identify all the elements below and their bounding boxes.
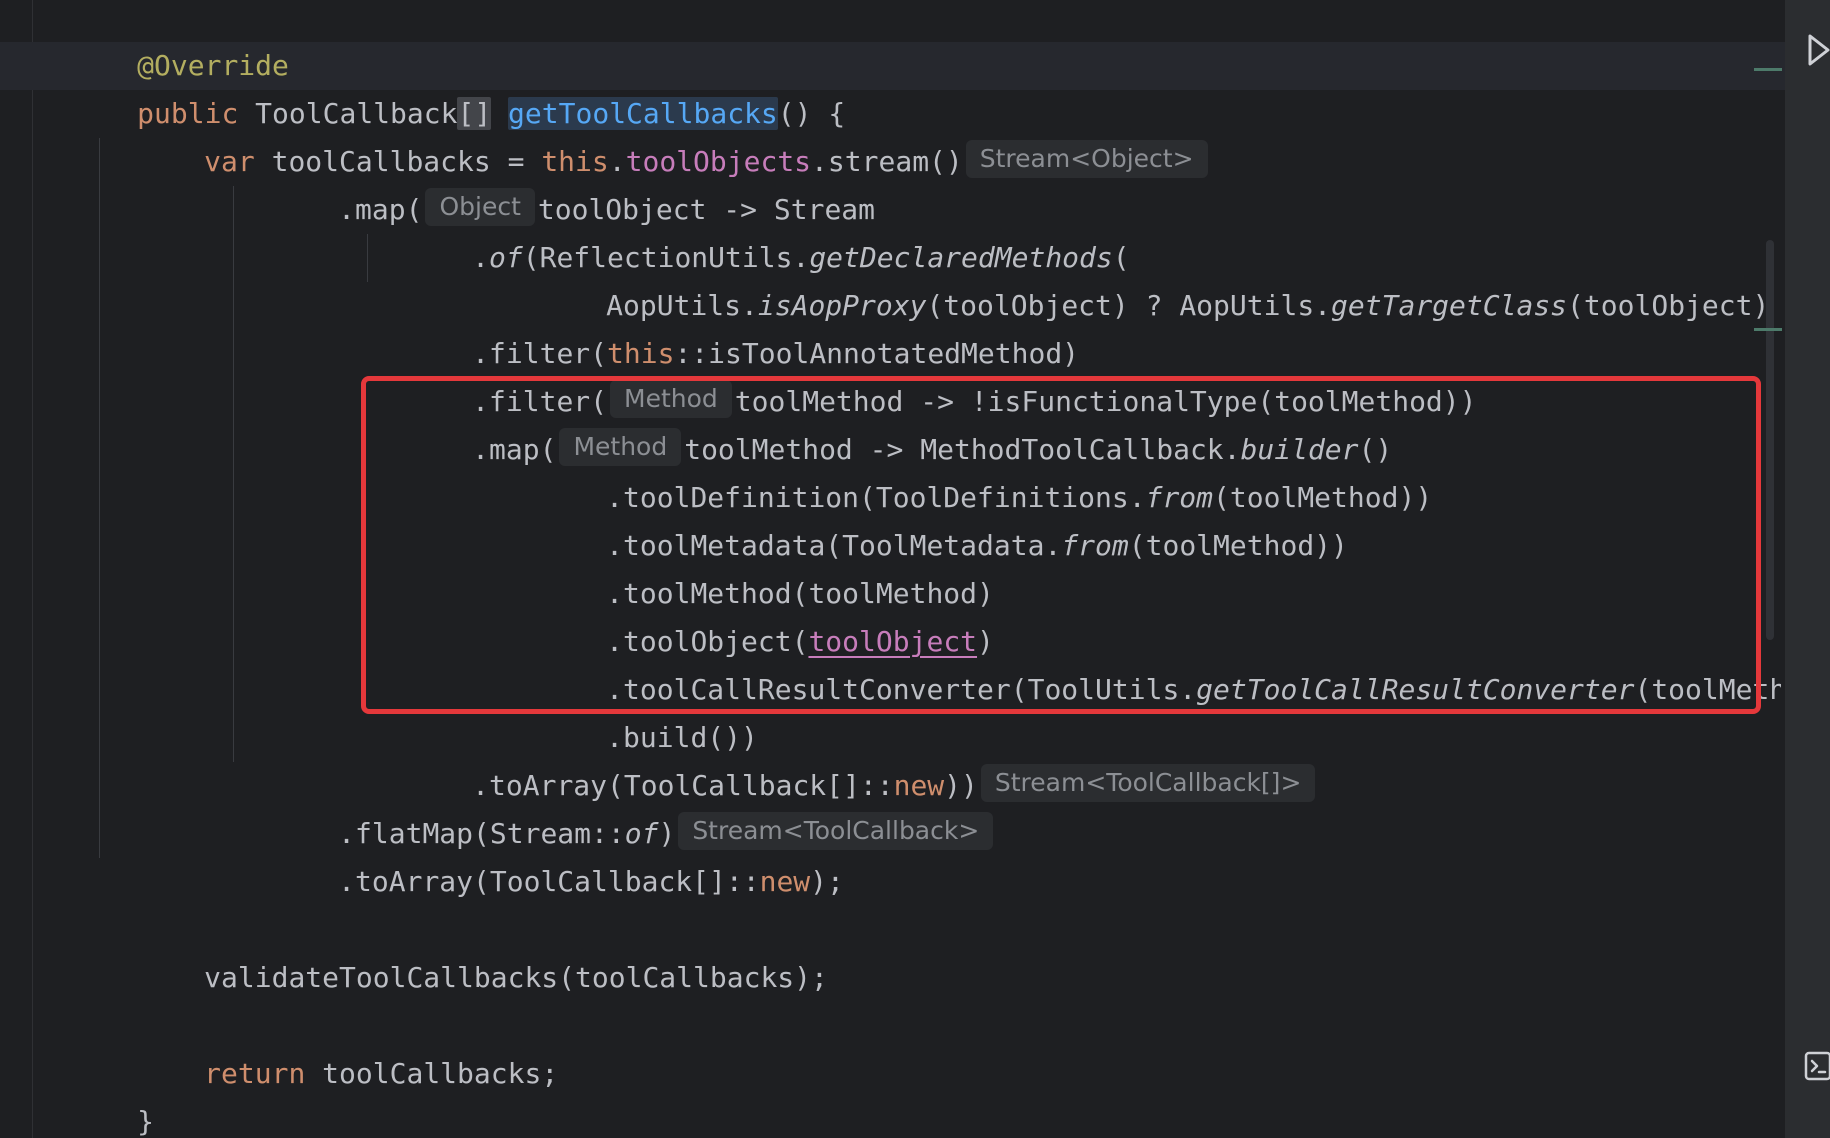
code-editor[interactable]: @Override public ToolCallback[] getToolC… [0, 0, 1830, 1138]
change-marker[interactable] [1754, 328, 1782, 331]
keyword-new: new [759, 865, 811, 898]
code-line: AopUtils.isAopProxy(toolObject) ? AopUti… [606, 289, 1770, 322]
change-marker[interactable] [1754, 68, 1782, 71]
terminal-icon[interactable] [1804, 1050, 1830, 1082]
code-line: @Override [36, 0, 289, 82]
right-gutter-panel [1785, 0, 1830, 1138]
keyword-return: return [204, 1057, 306, 1090]
scrollbar-thumb[interactable] [1766, 240, 1774, 640]
code-line: validateToolCallbacks(toolCallbacks); [204, 961, 828, 994]
code-line: .flatMap(Stream::of) Stream<ToolCallback> [237, 762, 996, 850]
code-line: public ToolCallback[] getToolCallbacks()… [137, 97, 846, 130]
highlight-annotation-box [361, 376, 1761, 714]
type-hint: Stream<Object> [965, 140, 1208, 178]
code-line: .filter(this::isToolAnnotatedMethod) [472, 337, 1080, 370]
run-icon[interactable] [1806, 32, 1830, 68]
code-line: .map(Object toolObject -> Stream [237, 138, 875, 226]
gutter-divider [32, 0, 33, 1138]
type-hint: Stream<ToolCallback[]> [980, 764, 1316, 802]
code-line: .of(ReflectionUtils.getDeclaredMethods( [472, 241, 1130, 274]
code-line: return toolCallbacks; [204, 1057, 559, 1090]
code-line: .toArray(ToolCallback[]::new)) Stream<Too… [371, 714, 1318, 802]
code-line: var toolCallbacks = this.toolObjects.str… [103, 90, 1211, 178]
static-method-call: getTargetClass [1331, 289, 1568, 322]
code-line: .filter(Method toolMethod -> !isFunctiona… [371, 330, 1477, 418]
code-line: .toArray(ToolCallback[]::new); [338, 865, 844, 898]
code-line: } [137, 1105, 155, 1138]
